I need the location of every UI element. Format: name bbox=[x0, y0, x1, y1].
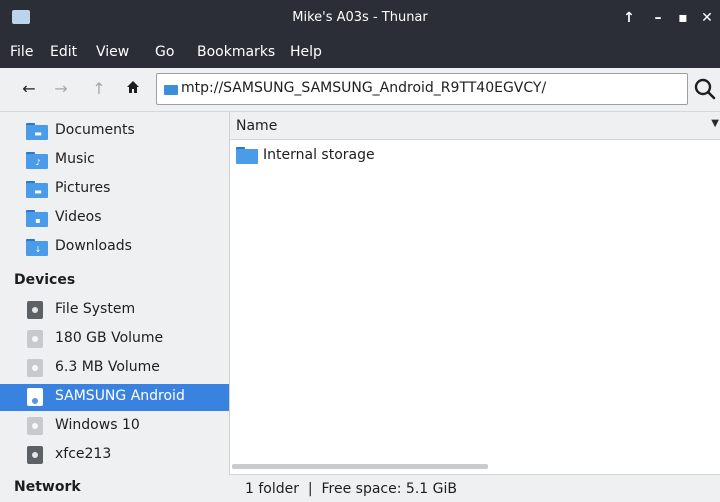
file-view: Name ▼ Internal storage bbox=[229, 112, 720, 502]
sidebar-item-label: SAMSUNG Android bbox=[55, 388, 185, 404]
documents-folder-icon: ▬ bbox=[26, 123, 48, 140]
sidebar-item-xfce213[interactable]: xfce213 bbox=[0, 442, 229, 469]
sidebar-item-label: xfce213 bbox=[55, 446, 112, 462]
horizontal-scrollbar[interactable] bbox=[232, 464, 488, 469]
network-heading: Network bbox=[14, 479, 81, 495]
menu-edit[interactable]: Edit bbox=[50, 44, 77, 60]
toolbar: ← → ↑ mtp://SAMSUNG_SAMSUNG_Android_R9TT… bbox=[0, 68, 720, 112]
drive-icon bbox=[27, 446, 43, 464]
sidebar-item-label: Pictures bbox=[55, 180, 111, 196]
pictures-folder-icon: ▬ bbox=[26, 181, 48, 198]
status-text: 1 folder | Free space: 5.1 GiB bbox=[245, 481, 457, 497]
location-path: mtp://SAMSUNG_SAMSUNG_Android_R9TT40EGVC… bbox=[181, 80, 547, 96]
sidebar-item-6mb-volume[interactable]: 6.3 MB Volume bbox=[0, 355, 229, 382]
sidebar-item-music[interactable]: ♪ Music bbox=[0, 147, 229, 174]
sidebar-item-documents[interactable]: ▬ Documents bbox=[0, 118, 229, 145]
menu-go[interactable]: Go bbox=[155, 44, 174, 60]
drive-icon bbox=[27, 417, 43, 435]
drive-icon bbox=[27, 301, 43, 319]
search-icon[interactable] bbox=[693, 77, 717, 101]
location-bar[interactable]: mtp://SAMSUNG_SAMSUNG_Android_R9TT40EGVC… bbox=[156, 73, 688, 105]
forward-arrow-icon[interactable]: → bbox=[50, 78, 72, 100]
sidebar-item-label: Videos bbox=[55, 209, 102, 225]
list-item-label: Internal storage bbox=[263, 147, 375, 163]
sort-chevron-icon: ▼ bbox=[711, 118, 719, 129]
minimize-button[interactable]: – bbox=[648, 8, 668, 28]
menu-help[interactable]: Help bbox=[290, 44, 322, 60]
menu-bar: File Edit View Go Bookmarks Help bbox=[0, 38, 720, 68]
drive-icon bbox=[27, 330, 43, 348]
sidebar-item-label: File System bbox=[55, 301, 136, 317]
phone-icon bbox=[27, 388, 43, 406]
downloads-folder-icon: ↓ bbox=[26, 239, 48, 256]
devices-heading: Devices bbox=[14, 272, 76, 288]
music-folder-icon: ♪ bbox=[26, 152, 48, 169]
sidebar: ▬ Documents ♪ Music ▬ Pictures ▪ Videos … bbox=[0, 112, 229, 502]
sidebar-item-label: Downloads bbox=[55, 238, 132, 254]
menu-view[interactable]: View bbox=[96, 44, 129, 60]
window-title: Mike's A03s - Thunar bbox=[292, 10, 428, 25]
close-button[interactable]: ✕ bbox=[697, 8, 717, 28]
location-folder-icon bbox=[164, 85, 178, 95]
sidebar-item-180gb-volume[interactable]: 180 GB Volume bbox=[0, 326, 229, 353]
sidebar-item-label: 6.3 MB Volume bbox=[55, 359, 160, 375]
up-arrow-icon[interactable]: ↑ bbox=[88, 78, 110, 100]
sidebar-item-label: Windows 10 bbox=[55, 417, 140, 433]
sidebar-item-file-system[interactable]: File System bbox=[0, 297, 229, 324]
sidebar-item-videos[interactable]: ▪ Videos bbox=[0, 205, 229, 232]
drive-icon bbox=[27, 359, 43, 377]
sidebar-item-samsung-android[interactable]: SAMSUNG Android bbox=[0, 384, 229, 411]
column-header-name[interactable]: Name ▼ bbox=[230, 112, 720, 140]
sidebar-item-label: Music bbox=[55, 151, 95, 167]
folder-icon bbox=[236, 147, 258, 164]
maximize-button[interactable]: ▪ bbox=[673, 8, 693, 28]
title-bar: Mike's A03s - Thunar ↑ – ▪ ✕ bbox=[0, 0, 720, 38]
status-bar: 1 folder | Free space: 5.1 GiB bbox=[229, 474, 720, 502]
sidebar-item-pictures[interactable]: ▬ Pictures bbox=[0, 176, 229, 203]
sidebar-item-downloads[interactable]: ↓ Downloads bbox=[0, 234, 229, 261]
keep-above-button[interactable]: ↑ bbox=[619, 8, 639, 28]
list-item[interactable]: Internal storage bbox=[230, 144, 720, 168]
menu-bookmarks[interactable]: Bookmarks bbox=[197, 44, 275, 60]
videos-folder-icon: ▪ bbox=[26, 210, 48, 227]
column-header-label: Name bbox=[236, 118, 278, 134]
sidebar-item-label: 180 GB Volume bbox=[55, 330, 164, 346]
back-arrow-icon[interactable]: ← bbox=[18, 78, 40, 100]
sidebar-item-windows-10[interactable]: Windows 10 bbox=[0, 413, 229, 440]
sidebar-item-label: Documents bbox=[55, 122, 135, 138]
menu-file[interactable]: File bbox=[10, 44, 33, 60]
home-icon[interactable] bbox=[122, 78, 144, 100]
